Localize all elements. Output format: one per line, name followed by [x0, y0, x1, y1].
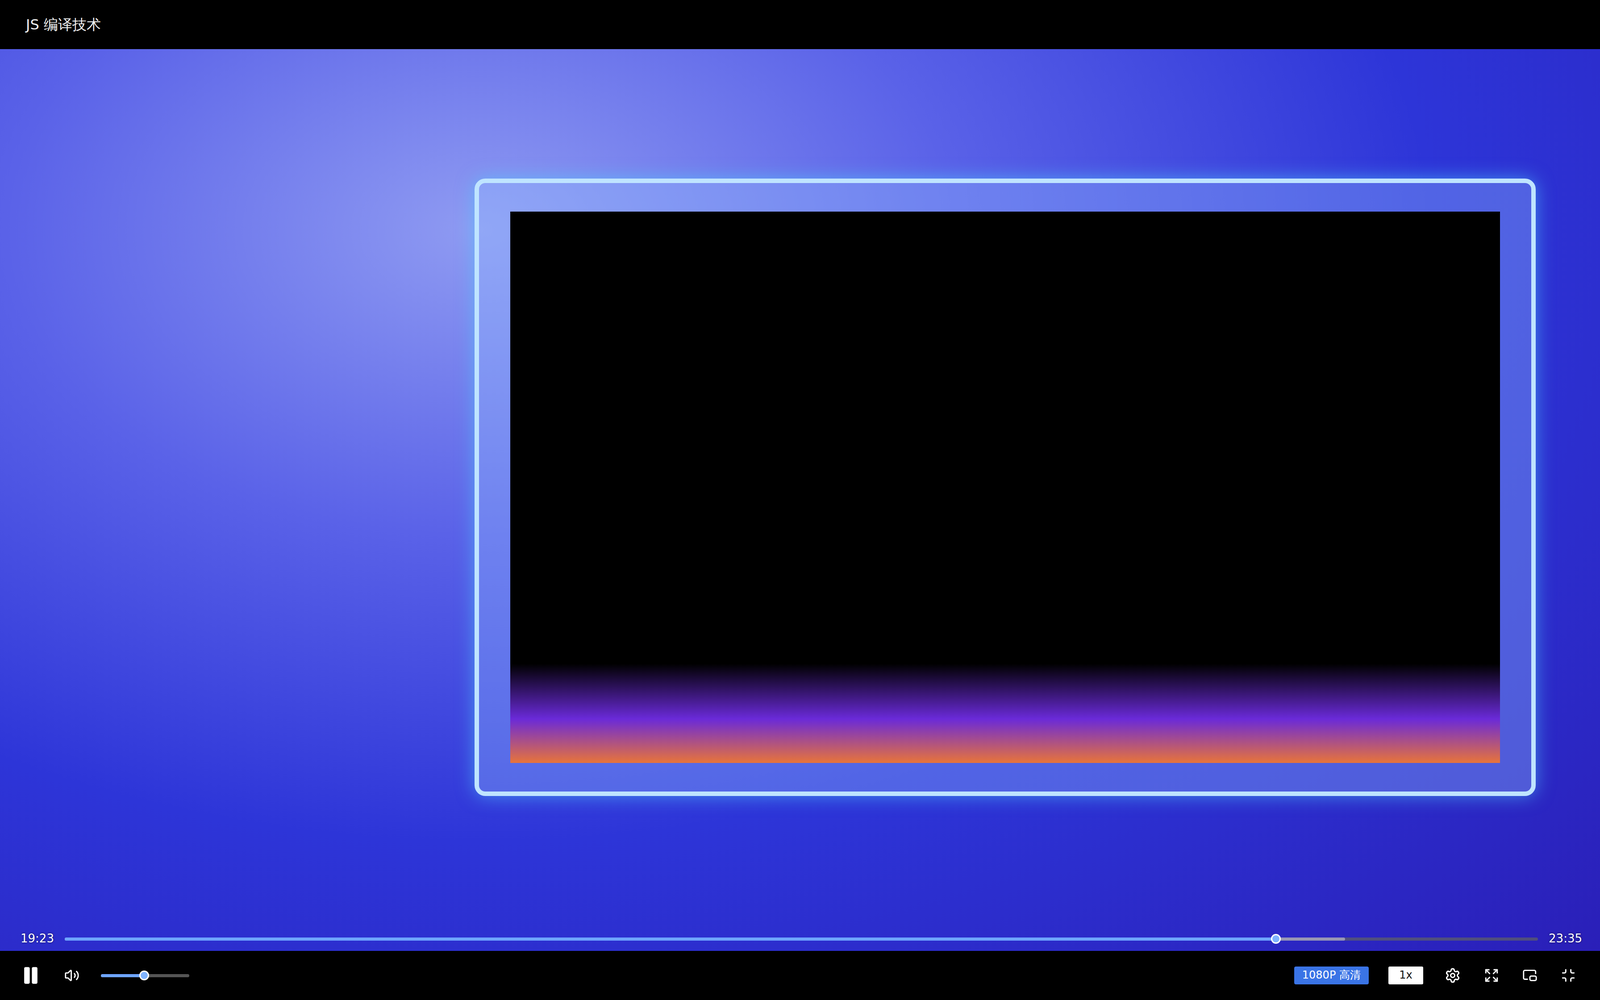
- volume-knob[interactable]: [139, 970, 150, 981]
- video-player: JS 编译技术 19:23 23:35 1080P 高清 1x: [0, 0, 1600, 1000]
- play-pause-button[interactable]: [18, 963, 43, 988]
- web-fullscreen-button[interactable]: [1482, 966, 1501, 985]
- picture-in-picture-button[interactable]: [1520, 966, 1540, 985]
- progress-bar[interactable]: [64, 937, 1538, 941]
- duration: 23:35: [1548, 931, 1583, 947]
- fullscreen-button[interactable]: [1558, 966, 1578, 985]
- progress-knob[interactable]: [1270, 933, 1281, 944]
- title-bar: JS 编译技术: [0, 0, 1600, 50]
- settings-button[interactable]: [1442, 965, 1463, 986]
- slide-area: [510, 211, 1500, 763]
- slide-frame: [474, 178, 1536, 796]
- expand-icon: [1483, 967, 1500, 984]
- volume-fill: [100, 974, 145, 978]
- quality-button[interactable]: 1080P 高清: [1294, 966, 1369, 985]
- volume-slider[interactable]: [100, 974, 190, 978]
- exit-fullscreen-icon: [1560, 967, 1576, 984]
- current-time: 19:23: [20, 931, 55, 947]
- volume-icon: [64, 967, 80, 984]
- pause-icon: [20, 965, 42, 986]
- video-title: JS 编译技术: [25, 16, 101, 34]
- control-bar: 1080P 高清 1x: [0, 950, 1600, 1000]
- speed-button[interactable]: 1x: [1388, 966, 1424, 985]
- progress-row: 19:23 23:35: [0, 931, 1600, 947]
- video-frame[interactable]: 19:23 23:35: [0, 49, 1600, 951]
- gear-icon: [1444, 967, 1461, 984]
- volume-button[interactable]: [62, 966, 82, 985]
- played-fill: [64, 937, 1276, 941]
- picture-in-picture-icon: [1522, 967, 1538, 984]
